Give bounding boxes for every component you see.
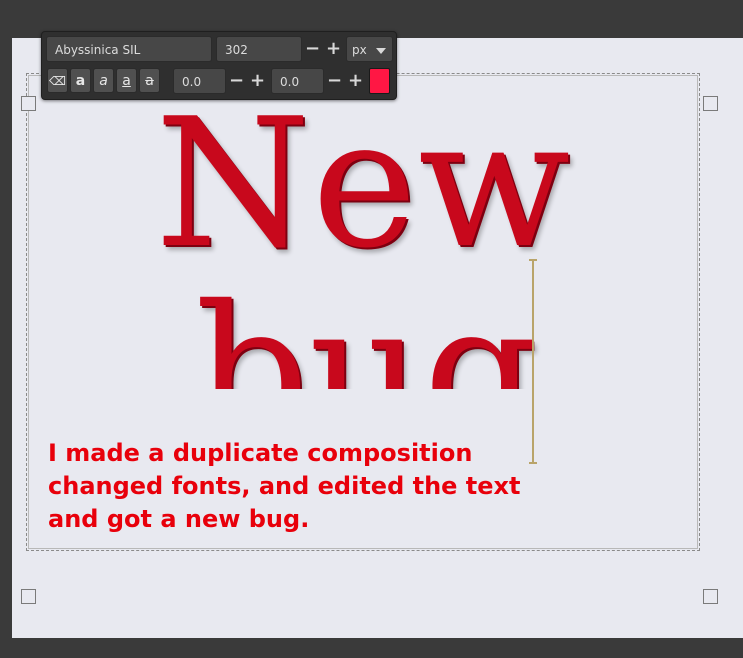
unit-value: px	[352, 43, 367, 57]
resize-handle-top-left[interactable]	[21, 96, 36, 111]
resize-handle-bottom-left[interactable]	[21, 589, 36, 604]
letter-spacing-decrease-button[interactable]: −	[226, 68, 247, 94]
font-size-decrease-button[interactable]: −	[302, 36, 323, 62]
line-spacing-decrease-button[interactable]: −	[324, 68, 345, 94]
letter-spacing-increase-button[interactable]: +	[247, 68, 268, 94]
canvas-text-line-2: bug	[195, 280, 538, 390]
canvas-text-line-1: New	[155, 80, 572, 287]
text-tool-overlay: Abyssinica SIL 302 − + px ⌫ a a a a 0.0 …	[41, 31, 397, 100]
caption-line-2: changed fonts, and edited the text	[48, 472, 521, 500]
font-size-increase-button[interactable]: +	[323, 36, 344, 62]
line-spacing-field[interactable]: 0.0	[271, 68, 324, 94]
italic-icon[interactable]: a	[93, 68, 114, 93]
resize-handle-top-right[interactable]	[703, 96, 718, 111]
caption-text: I made a duplicate composition changed f…	[48, 437, 528, 536]
text-cursor-top-cap	[529, 259, 537, 261]
canvas-text-line-2-clip: bug	[185, 280, 555, 390]
chevron-down-icon	[376, 48, 386, 54]
strikethrough-icon[interactable]: a	[139, 68, 160, 93]
caption-line-1: I made a duplicate composition	[48, 439, 473, 467]
font-size-field[interactable]: 302	[216, 36, 302, 62]
caption-line-3: and got a new bug.	[48, 505, 310, 533]
text-color-swatch[interactable]	[369, 68, 390, 94]
text-cursor	[532, 261, 534, 463]
letter-spacing-field[interactable]: 0.0	[173, 68, 226, 94]
resize-handle-bottom-right[interactable]	[703, 589, 718, 604]
clear-style-icon[interactable]: ⌫	[47, 68, 68, 93]
unit-select[interactable]: px	[346, 36, 393, 62]
font-name-field[interactable]: Abyssinica SIL	[46, 36, 212, 62]
underline-icon[interactable]: a	[116, 68, 137, 93]
text-cursor-bottom-cap	[529, 462, 537, 464]
bold-icon[interactable]: a	[70, 68, 91, 93]
line-spacing-increase-button[interactable]: +	[345, 68, 366, 94]
